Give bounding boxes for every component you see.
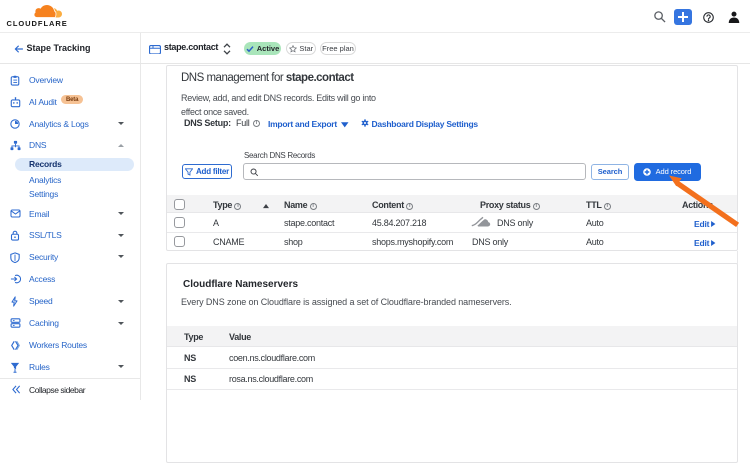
svg-text:CLOUDFLARE: CLOUDFLARE (7, 19, 68, 28)
